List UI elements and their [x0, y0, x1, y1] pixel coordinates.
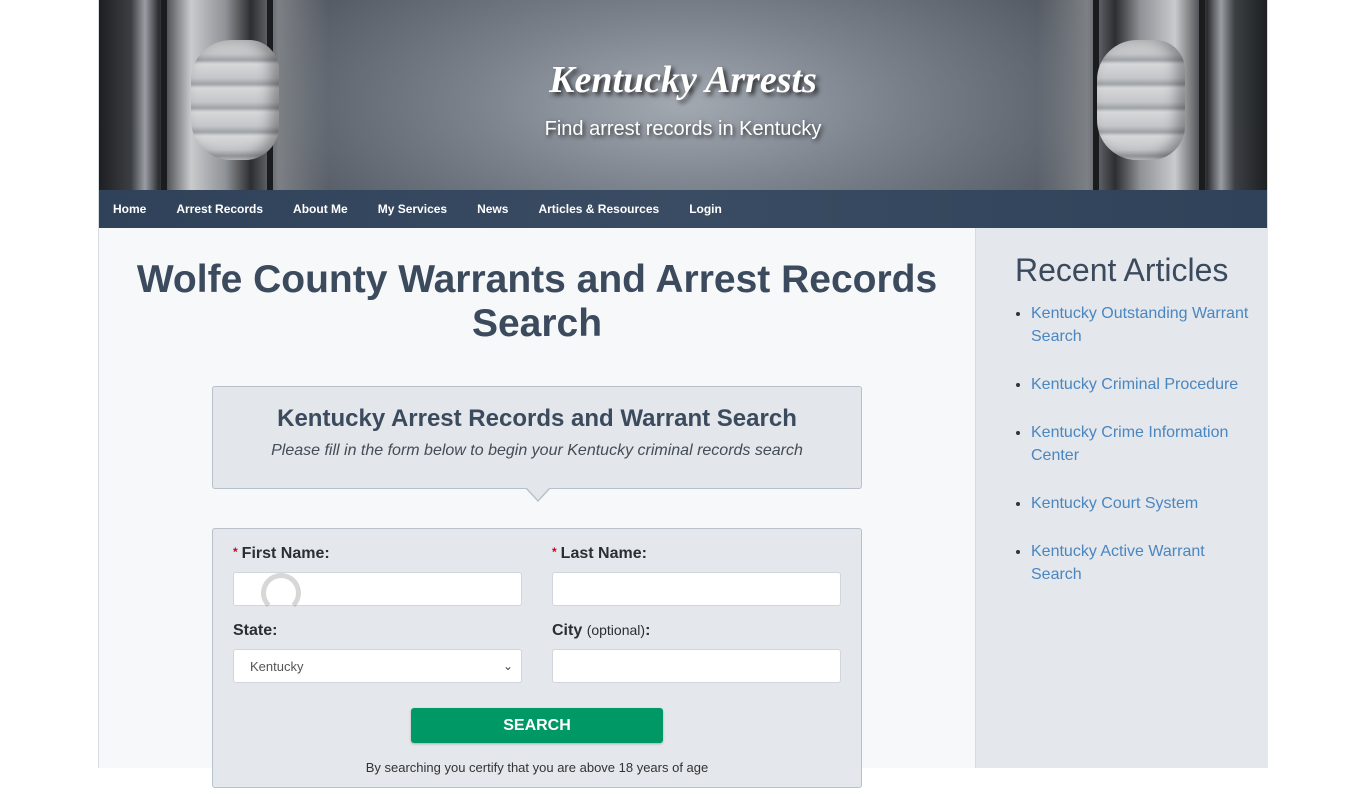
state-selected-value: Kentucky	[250, 658, 304, 674]
list-item: Kentucky Court System	[1031, 492, 1256, 515]
list-item: Kentucky Active Warrant Search	[1031, 540, 1256, 586]
loading-spinner-icon	[261, 573, 301, 613]
search-callout: Kentucky Arrest Records and Warrant Sear…	[212, 386, 862, 502]
article-link[interactable]: Kentucky Crime Information Center	[1031, 424, 1228, 464]
main-content: Wolfe County Warrants and Arrest Records…	[99, 228, 975, 788]
state-group: State: Kentucky ⌄	[233, 622, 522, 683]
city-label: City (optional):	[552, 622, 651, 639]
first-name-group: * First Name:	[233, 545, 522, 613]
article-link[interactable]: Kentucky Outstanding Warrant Search	[1031, 305, 1248, 345]
nav-arrest-records[interactable]: Arrest Records	[176, 202, 263, 216]
nav-my-services[interactable]: My Services	[378, 202, 447, 216]
recent-articles-list: Kentucky Outstanding Warrant Search Kent…	[1031, 302, 1256, 586]
sidebar-title: Recent Articles	[1015, 252, 1229, 288]
list-item: Kentucky Criminal Procedure	[1031, 373, 1256, 396]
last-name-group: * Last Name:	[552, 545, 841, 606]
first-name-label: * First Name:	[233, 545, 330, 562]
callout-title: Kentucky Arrest Records and Warrant Sear…	[277, 405, 797, 432]
state-label: State:	[233, 622, 278, 639]
callout-arrow	[526, 488, 550, 502]
article-link[interactable]: Kentucky Active Warrant Search	[1031, 543, 1205, 583]
city-group: City (optional):	[552, 622, 841, 683]
city-input[interactable]	[552, 649, 841, 683]
list-item: Kentucky Crime Information Center	[1031, 421, 1256, 467]
site-title[interactable]: Kentucky Arrests	[99, 58, 1267, 102]
search-button[interactable]: SEARCH	[411, 708, 663, 743]
nav-home[interactable]: Home	[113, 202, 146, 216]
nav-news[interactable]: News	[477, 202, 508, 216]
chevron-down-icon: ⌄	[502, 659, 513, 673]
last-name-label: * Last Name:	[552, 545, 647, 562]
page-title: Wolfe County Warrants and Arrest Records…	[136, 258, 938, 345]
list-item: Kentucky Outstanding Warrant Search	[1031, 302, 1256, 348]
optional-hint: (optional)	[586, 622, 646, 638]
search-form: * First Name: * Last Name: State: Kentucky…	[212, 528, 862, 788]
page-container: Kentucky Arrests Find arrest records in …	[98, 0, 1268, 788]
sidebar: Recent Articles Kentucky Outstanding War…	[975, 228, 1268, 768]
site-tagline: Find arrest records in Kentucky	[544, 118, 822, 140]
article-link[interactable]: Kentucky Criminal Procedure	[1031, 376, 1238, 393]
header-banner: Kentucky Arrests Find arrest records in …	[99, 0, 1267, 190]
required-marker: *	[552, 545, 557, 559]
callout-subtitle: Please fill in the form below to begin y…	[271, 442, 803, 459]
nav-articles-resources[interactable]: Articles & Resources	[538, 202, 659, 216]
required-marker: *	[233, 545, 238, 559]
main-nav: Home Arrest Records About Me My Services…	[99, 190, 1267, 228]
state-select[interactable]: Kentucky ⌄	[233, 649, 522, 683]
last-name-input[interactable]	[552, 572, 841, 606]
article-link[interactable]: Kentucky Court System	[1031, 495, 1198, 512]
nav-login[interactable]: Login	[689, 202, 722, 216]
nav-about-me[interactable]: About Me	[293, 202, 348, 216]
